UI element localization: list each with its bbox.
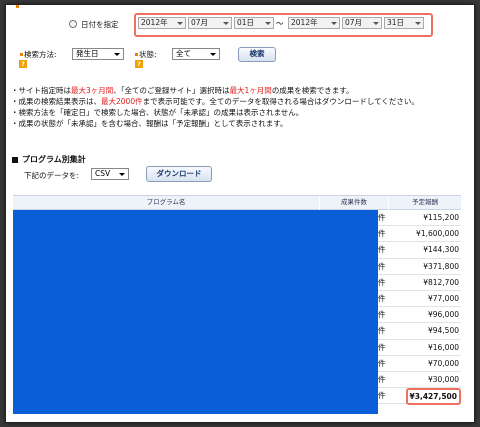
table-body: 件 ¥115,200 件 ¥1,600,000 件 ¥144,300 件 ¥37… xyxy=(378,210,461,406)
start-day-select[interactable]: 01日 xyxy=(234,17,274,29)
date-radio-button[interactable] xyxy=(69,20,77,28)
status-select[interactable]: 全て xyxy=(172,48,220,60)
reward-cell: ¥144,300 xyxy=(423,245,459,255)
orange-marker xyxy=(16,5,19,8)
end-day-select[interactable]: 31日 xyxy=(384,17,424,29)
count-cell: 件 xyxy=(378,374,386,384)
search-method-select[interactable]: 発生日 xyxy=(72,48,124,60)
search-button[interactable]: 検索 xyxy=(238,47,276,62)
help-icon[interactable]: ? xyxy=(135,60,143,68)
bullet-icon xyxy=(20,53,23,56)
column-header-program[interactable]: プログラム名 xyxy=(13,196,319,210)
column-header-count[interactable]: 成果件数 xyxy=(320,196,388,210)
table-row: 件 ¥1,600,000 xyxy=(378,226,461,243)
table-row: 件 ¥30,000 xyxy=(378,372,461,389)
format-select[interactable]: CSV xyxy=(91,168,129,180)
count-cell: 件 xyxy=(378,293,386,303)
table-row: 件 ¥16,000 xyxy=(378,340,461,356)
table-row: 件 ¥144,300 xyxy=(378,242,461,259)
reward-cell: ¥30,000 xyxy=(427,374,459,384)
count-cell: 件 xyxy=(378,229,386,239)
end-year-select[interactable]: 2012年 xyxy=(288,17,340,29)
reward-cell: ¥812,700 xyxy=(423,277,459,287)
reward-cell: ¥371,800 xyxy=(423,261,459,271)
reward-cell: ¥115,200 xyxy=(423,213,459,222)
table-row: 件 ¥70,000 xyxy=(378,356,461,372)
end-month-select[interactable]: 07月 xyxy=(342,17,382,29)
start-month-select[interactable]: 07月 xyxy=(188,17,232,29)
column-header-reward[interactable]: 予定報酬 xyxy=(389,196,461,210)
reward-cell: ¥1,600,000 xyxy=(416,229,459,239)
note-line-1: ・サイト指定時は最大3ヶ月間、「全てのご登録サイト」選択時は最大1ヶ月間の成果を… xyxy=(11,86,354,95)
note-line-3: ・検索方法を「確定日」で検索した場合、状態が「未承認」の成果は表示されません。 xyxy=(11,108,304,117)
count-cell: 件 xyxy=(378,277,386,287)
count-cell: 件 xyxy=(378,342,386,352)
count-cell: 件 xyxy=(378,358,386,368)
table-row: 件 ¥77,000 xyxy=(378,291,461,308)
reward-cell: ¥96,000 xyxy=(427,310,459,320)
count-cell: 件 xyxy=(378,326,386,336)
status-label: 状態: xyxy=(139,50,157,59)
count-cell: 件 xyxy=(378,213,386,222)
count-cell: 件 xyxy=(378,245,386,255)
table-row: 件 ¥96,000 xyxy=(378,307,461,324)
page-frame: 日付を指定 2012年 07月 01日 ～ 2012年 07月 31日 検索方法… xyxy=(5,4,475,423)
program-table: プログラム名 成果件数 予定報酬 件 ¥115,200 件 ¥1,600,000… xyxy=(13,195,461,416)
note-line-4: ・成果の状態が「未承認」を含む場合、報酬は「予定報酬」として表示されます。 xyxy=(11,119,288,128)
table-row: 件 ¥371,800 xyxy=(378,259,461,275)
download-button[interactable]: ダウンロード xyxy=(146,166,212,182)
table-total-row: 件 ¥3,427,500 xyxy=(378,388,461,406)
start-year-select[interactable]: 2012年 xyxy=(138,17,186,29)
table-row: 件 ¥115,200 xyxy=(378,210,461,227)
help-icon[interactable]: ? xyxy=(19,60,27,68)
count-cell: 件 xyxy=(378,310,386,320)
table-row: 件 ¥812,700 xyxy=(378,275,461,291)
reward-cell: ¥94,500 xyxy=(427,326,459,336)
date-separator: ～ xyxy=(276,19,284,28)
download-label: 下記のデータを: xyxy=(24,171,80,180)
count-cell: 件 xyxy=(378,261,386,271)
bullet-icon xyxy=(135,53,138,56)
reward-cell: ¥70,000 xyxy=(427,358,459,368)
redacted-program-names xyxy=(13,210,378,414)
date-radio-label: 日付を指定 xyxy=(81,20,119,29)
reward-cell: ¥77,000 xyxy=(427,293,459,303)
table-row: 件 ¥94,500 xyxy=(378,323,461,340)
note-line-2: ・成果の検索結果表示は、最大2000件まで表示可能です。全てのデータを取得される… xyxy=(11,97,419,106)
section-marker-icon xyxy=(12,157,18,163)
total-reward-cell: ¥3,427,500 xyxy=(405,388,461,406)
total-count-cell: 件 xyxy=(378,391,386,401)
search-method-label: 検索方法: xyxy=(24,50,57,59)
reward-cell: ¥16,000 xyxy=(427,342,459,352)
section-title: プログラム別集計 xyxy=(22,155,86,164)
